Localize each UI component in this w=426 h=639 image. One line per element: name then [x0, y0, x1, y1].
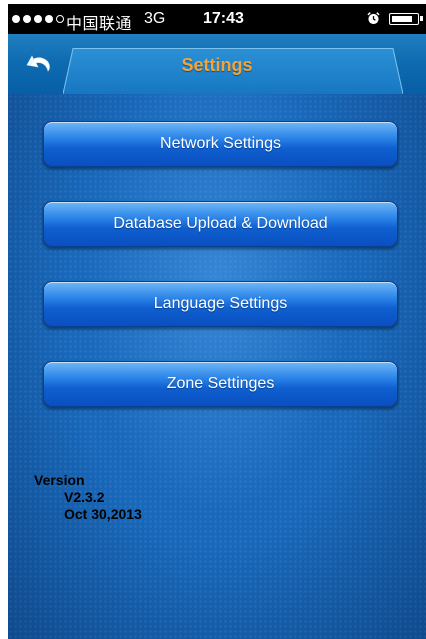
signal-dot [12, 15, 20, 23]
language-settings-button[interactable]: Language Settings [43, 281, 398, 327]
version-number: V2.3.2 [64, 489, 105, 505]
signal-dot [56, 15, 64, 23]
network-settings-button[interactable]: Network Settings [43, 121, 398, 167]
network-type: 3G [144, 10, 166, 27]
version-date: Oct 30,2013 [64, 506, 142, 522]
battery-icon [389, 13, 423, 25]
database-upload-download-button[interactable]: Database Upload & Download [43, 201, 398, 247]
signal-dot [45, 15, 53, 23]
status-time: 17:43 [203, 10, 244, 27]
carrier-name: 中国联通 [66, 16, 133, 33]
signal-strength-icon [12, 15, 64, 23]
version-label: Version [34, 472, 85, 488]
phone-screen: 中国联通 3G 17:43 Settings Network Settings … [8, 4, 426, 639]
status-bar: 中国联通 3G 17:43 [8, 4, 426, 34]
settings-content: Network Settings Database Upload & Downl… [8, 94, 426, 639]
signal-dot [23, 15, 31, 23]
navigation-bar: Settings [8, 34, 426, 94]
zone-settings-button[interactable]: Zone Settinges [43, 361, 398, 407]
version-info: Version V2.3.2 Oct 30,2013 [34, 472, 142, 523]
page-title: Settings [181, 55, 253, 75]
signal-dot [34, 15, 42, 23]
alarm-clock-icon [367, 12, 380, 25]
